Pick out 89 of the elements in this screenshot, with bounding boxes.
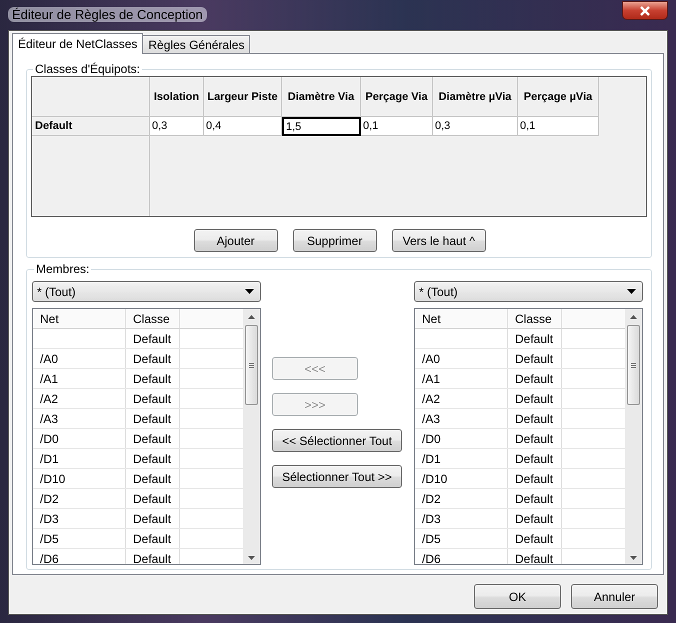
net-name: /A3 <box>40 412 58 426</box>
net-name: /D10 <box>40 472 66 486</box>
net-name: /A2 <box>40 392 58 406</box>
class-name: Default <box>515 412 554 426</box>
column-header: Largeur Piste <box>204 77 282 117</box>
class-name: Default <box>133 352 172 366</box>
net-name: /D6 <box>40 552 59 564</box>
scroll-down-icon <box>630 556 637 560</box>
class-name: Default <box>515 512 554 526</box>
class-name: Default <box>515 352 554 366</box>
table-cell[interactable]: 0,4 <box>204 117 282 136</box>
class-name: Default <box>133 472 172 486</box>
caret-icon <box>627 289 636 294</box>
net-name: /D2 <box>40 492 59 506</box>
table-cell[interactable]: 0,3 <box>150 117 204 136</box>
class-name: Default <box>515 532 554 546</box>
class-name: Default <box>133 432 172 446</box>
net-name: /D3 <box>40 512 59 526</box>
group-label: Classes d'Équipots: <box>34 62 142 76</box>
column-header: Diamètre Via <box>282 77 361 117</box>
transfer-button[interactable]: Sélectionner Tout >> <box>272 465 402 488</box>
scroll-thumb[interactable] <box>245 325 258 405</box>
class-name: Default <box>133 332 172 346</box>
scrollbar[interactable] <box>243 309 260 564</box>
caret-icon <box>245 289 254 294</box>
net-name: /A2 <box>422 392 440 406</box>
close-icon <box>639 6 651 16</box>
class-name: Default <box>133 512 172 526</box>
table-cell[interactable]: 0,1 <box>361 117 433 136</box>
column-header: Classe <box>508 309 562 328</box>
net-name: /D2 <box>422 492 441 506</box>
class-name: Default <box>515 392 554 406</box>
column-header: Classe <box>126 309 180 328</box>
column-header: Perçage µVia <box>518 77 599 117</box>
table-cell[interactable]: 0,3 <box>433 117 518 136</box>
scroll-down-icon <box>248 556 255 560</box>
net-name: /D0 <box>422 432 441 446</box>
dialog-button[interactable]: Annuler <box>571 584 658 609</box>
class-name: Default <box>133 412 172 426</box>
table-cell[interactable]: 0,1 <box>518 117 599 136</box>
table-cell[interactable]: 1,5 <box>282 117 361 136</box>
class-name: Default <box>515 372 554 386</box>
scroll-thumb[interactable] <box>627 325 640 405</box>
tab[interactable]: Éditeur de NetClasses <box>12 33 144 54</box>
filter-dropdown[interactable]: * (Tout) <box>414 281 643 302</box>
scrollbar[interactable] <box>625 309 642 564</box>
action-button[interactable]: Supprimer <box>292 229 377 252</box>
net-name: /D3 <box>422 512 441 526</box>
net-name: /D0 <box>40 432 59 446</box>
class-name: Default <box>515 472 554 486</box>
scroll-up-icon <box>630 315 637 319</box>
class-name: Default <box>133 492 172 506</box>
net-name: /D1 <box>422 452 441 466</box>
class-name: Default <box>515 432 554 446</box>
class-name: Default <box>133 452 172 466</box>
net-name: /D6 <box>422 552 441 564</box>
net-name: /D10 <box>422 472 448 486</box>
column-header: Perçage Via <box>361 77 433 117</box>
action-button[interactable]: Ajouter <box>194 229 278 252</box>
class-name: Default <box>133 552 172 564</box>
class-name: Default <box>133 532 172 546</box>
close-button[interactable] <box>622 1 668 20</box>
transfer-button[interactable]: << Sélectionner Tout <box>272 429 402 452</box>
column-header: Net <box>33 309 126 328</box>
net-name: /D5 <box>40 532 59 546</box>
group-label: Membres: <box>35 262 90 276</box>
class-name: Default <box>515 332 554 346</box>
column-header: Isolation <box>150 77 204 117</box>
net-name: /A0 <box>40 352 58 366</box>
class-name: Default <box>515 552 554 564</box>
column-header: Diamètre µVia <box>433 77 518 117</box>
tab[interactable]: Règles Générales <box>142 35 250 53</box>
class-name: Default <box>515 452 554 466</box>
window-title: Éditeur de Règles de Conception <box>8 7 207 22</box>
class-name: Default <box>133 372 172 386</box>
action-button[interactable]: Vers le haut ^ <box>392 229 486 252</box>
row-header: Default <box>32 117 150 136</box>
filter-dropdown[interactable]: * (Tout) <box>32 281 261 302</box>
net-name: /D1 <box>40 452 59 466</box>
net-name: /A1 <box>422 372 440 386</box>
net-name: /A3 <box>422 412 440 426</box>
net-name: /D5 <box>422 532 441 546</box>
net-name: /A1 <box>40 372 58 386</box>
column-header: Net <box>415 309 508 328</box>
scroll-up-icon <box>248 315 255 319</box>
class-name: Default <box>133 392 172 406</box>
dialog-button[interactable]: OK <box>474 584 561 609</box>
net-name: /A0 <box>422 352 440 366</box>
class-name: Default <box>515 492 554 506</box>
